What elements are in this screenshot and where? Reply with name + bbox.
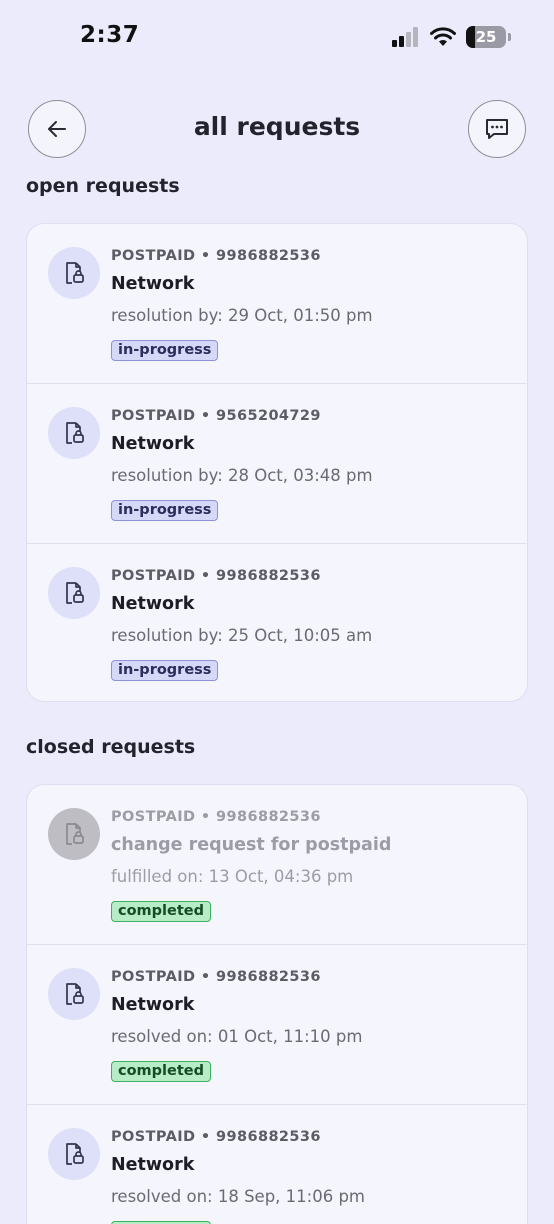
open-requests-list: POSTPAID • 9986882536 Network resolution… — [26, 223, 528, 702]
request-title: Network — [111, 594, 195, 614]
status-badge: in-progress — [111, 340, 219, 361]
request-item[interactable]: POSTPAID • 9986882536 Network resolved o… — [27, 1105, 527, 1224]
status-bar: 2:37 25 — [0, 0, 554, 76]
document-lock-icon — [48, 968, 100, 1020]
chat-button[interactable] — [468, 100, 526, 158]
document-lock-icon — [48, 1128, 100, 1180]
request-meta: POSTPAID • 9986882536 — [111, 568, 321, 584]
request-resolution-time: resolution by: 28 Oct, 03:48 pm — [111, 466, 373, 485]
message-icon — [486, 119, 508, 139]
status-badge: completed — [111, 1061, 211, 1082]
request-meta: POSTPAID • 9986882536 — [111, 1129, 321, 1145]
request-meta: POSTPAID • 9986882536 — [111, 969, 321, 985]
request-item[interactable]: POSTPAID • 9986882536 Network resolution… — [27, 224, 527, 384]
request-title: Network — [111, 995, 195, 1015]
signal-icon — [392, 27, 418, 47]
status-badge: in-progress — [111, 660, 219, 681]
status-time: 2:37 — [80, 22, 140, 48]
document-lock-icon — [48, 808, 100, 860]
request-resolution-time: resolved on: 18 Sep, 11:06 pm — [111, 1187, 366, 1206]
request-resolution-time: fulfilled on: 13 Oct, 04:36 pm — [111, 867, 354, 886]
document-lock-icon — [48, 247, 100, 299]
request-meta: POSTPAID • 9986882536 — [111, 809, 321, 825]
document-lock-icon — [48, 407, 100, 459]
request-item[interactable]: POSTPAID • 9986882536 Network resolved o… — [27, 945, 527, 1105]
request-meta: POSTPAID • 9986882536 — [111, 248, 321, 264]
status-icons: 25 — [392, 26, 511, 48]
battery-level: 25 — [475, 28, 497, 46]
request-title: change request for postpaid — [111, 835, 392, 855]
status-badge: in-progress — [111, 500, 219, 521]
request-title: Network — [111, 434, 195, 454]
request-item[interactable]: POSTPAID • 9986882536 Network resolution… — [27, 544, 527, 701]
document-lock-icon — [48, 567, 100, 619]
request-resolution-time: resolution by: 29 Oct, 01:50 pm — [111, 306, 373, 325]
request-title: Network — [111, 274, 195, 294]
request-item[interactable]: POSTPAID • 9565204729 Network resolution… — [27, 384, 527, 544]
open-requests-heading: open requests — [26, 175, 180, 197]
page-header: all requests — [0, 100, 554, 158]
request-resolution-time: resolution by: 25 Oct, 10:05 am — [111, 626, 373, 645]
request-item[interactable]: POSTPAID • 9986882536 change request for… — [27, 785, 527, 945]
request-meta: POSTPAID • 9565204729 — [111, 408, 321, 424]
status-badge: completed — [111, 901, 211, 922]
wifi-icon — [430, 27, 456, 46]
battery-icon: 25 — [466, 26, 511, 48]
closed-requests-heading: closed requests — [26, 736, 196, 758]
request-resolution-time: resolved on: 01 Oct, 11:10 pm — [111, 1027, 363, 1046]
closed-requests-list: POSTPAID • 9986882536 change request for… — [26, 784, 528, 1224]
request-title: Network — [111, 1155, 195, 1175]
